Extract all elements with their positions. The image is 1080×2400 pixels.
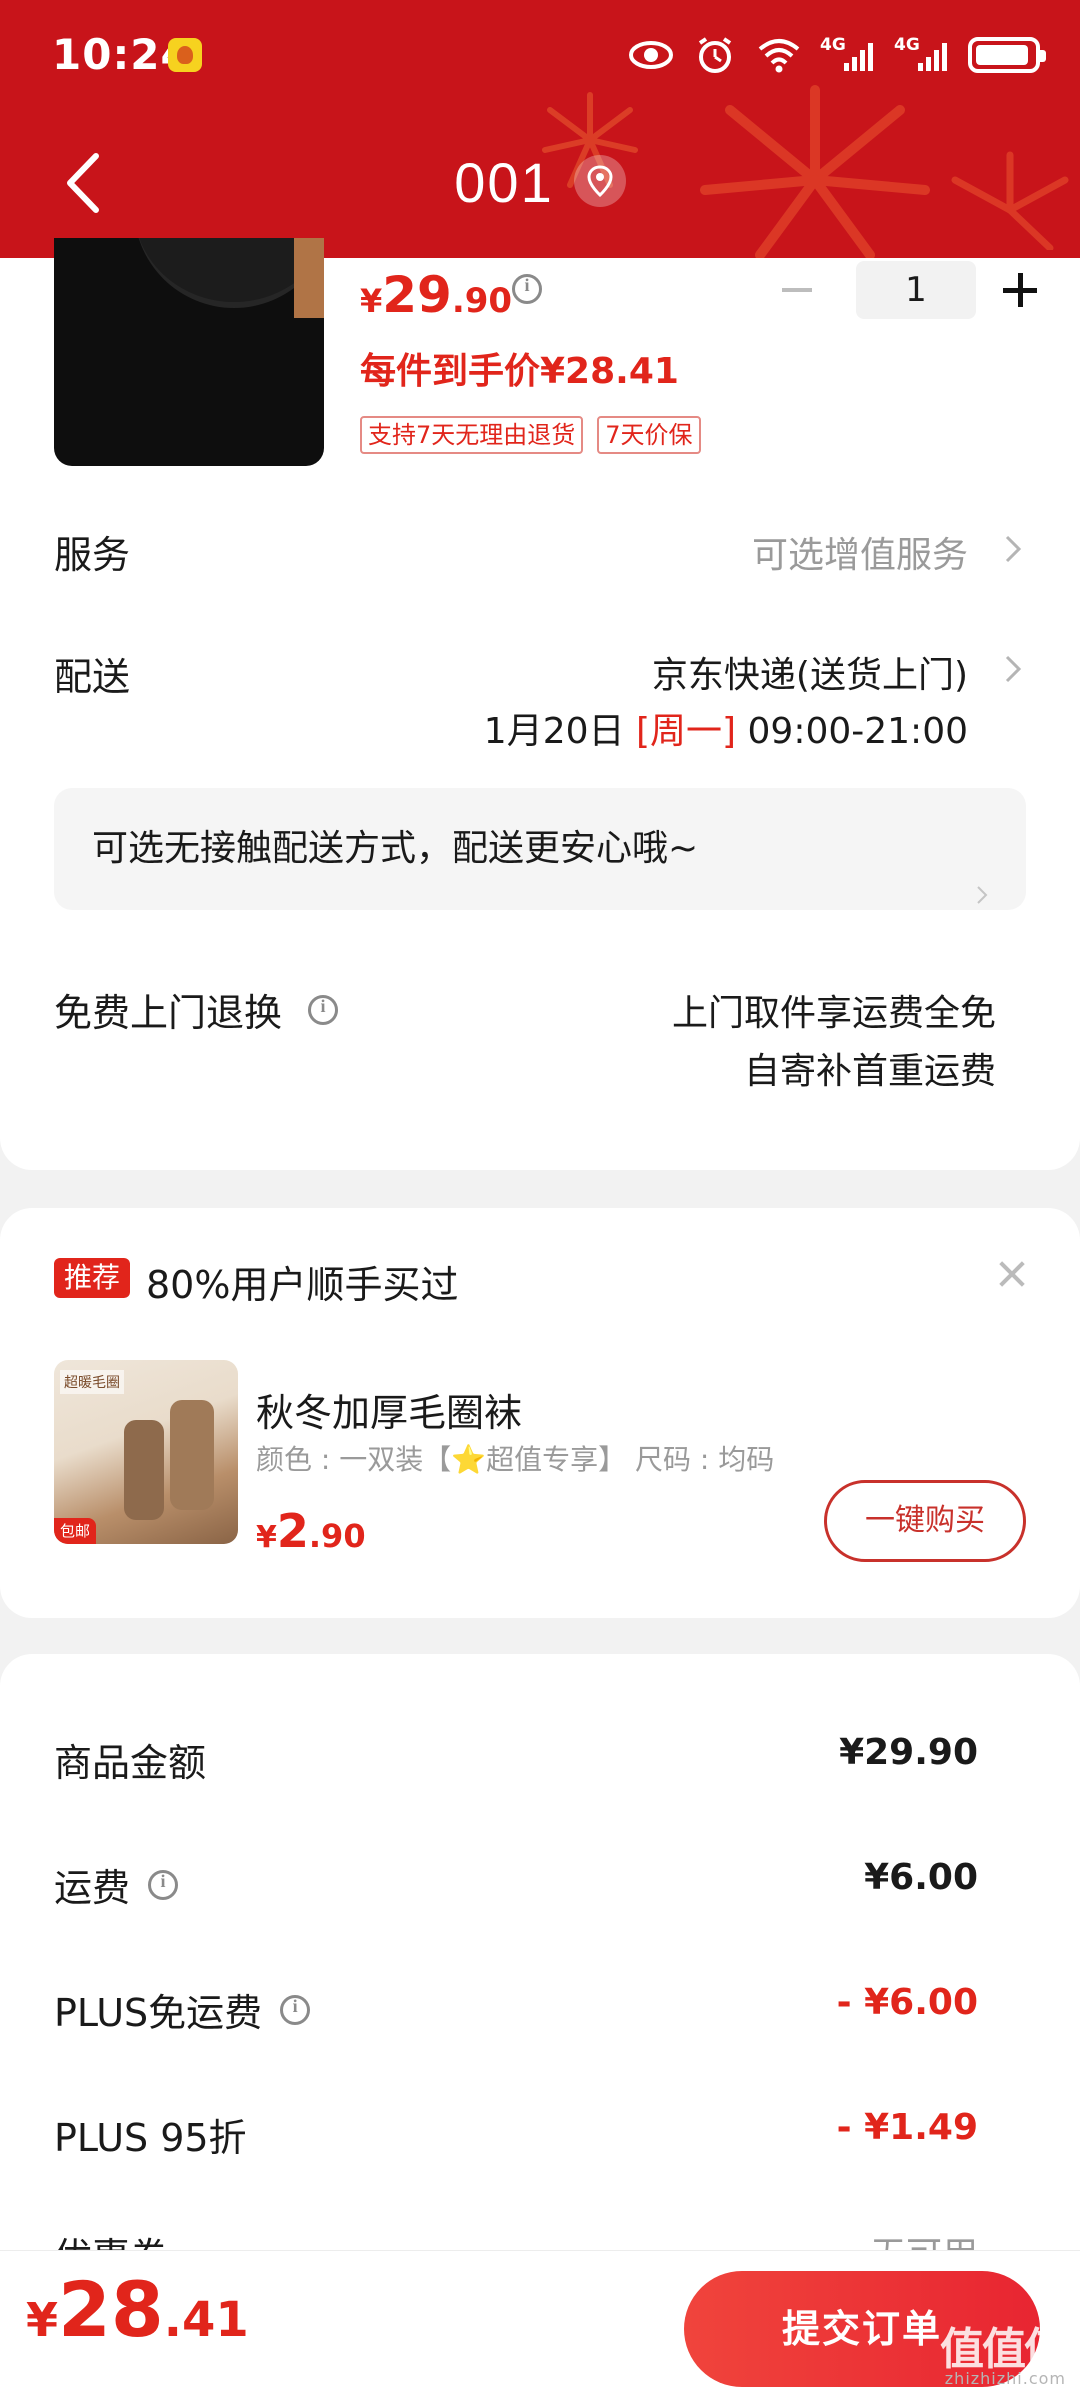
- tag-return: 支持7天无理由退货: [360, 416, 584, 454]
- summary-label-text: PLUS 95折: [54, 2116, 247, 2160]
- recommend-card: 推荐 80%用户顺手买过 超暖毛圈 包邮 秋冬加厚毛圈袜 颜色 : 一双装【⭐超…: [0, 1208, 1080, 1618]
- signal-icon: 4G: [894, 35, 950, 75]
- summary-value: - ¥6.00: [836, 1982, 978, 2023]
- wifi-icon: [756, 35, 802, 75]
- return-line-2: 自寄补首重运费: [743, 1051, 996, 1092]
- delivery-date: 1月20日: [483, 711, 625, 752]
- product-image-sleeve: [294, 238, 324, 318]
- summary-label: 运费: [54, 1857, 179, 1912]
- free-return-text: 免费上门退换: [54, 991, 283, 1035]
- delivery-time-window: 09:00-21:00: [747, 711, 968, 752]
- free-shipping-badge: 包邮: [54, 1518, 97, 1544]
- chevron-right-icon: [976, 834, 988, 904]
- image-label: 超暖毛圈: [60, 1370, 124, 1394]
- tag-price-protect: 7天价保: [597, 416, 701, 454]
- total-decimal: .41: [163, 2292, 249, 2348]
- product-image[interactable]: [54, 238, 324, 466]
- sock-image-leg: [124, 1420, 164, 1520]
- delivery-label: 配送: [54, 655, 131, 699]
- total-price: ¥28.41: [26, 2265, 249, 2354]
- signal-icon: 4G: [820, 35, 876, 75]
- summary-label-text: 运费: [54, 1866, 131, 1910]
- summary-value: - ¥1.49: [836, 2107, 978, 2148]
- summary-value: ¥29.90: [839, 1732, 978, 1773]
- price-decimal: .90: [308, 1517, 366, 1555]
- alarm-icon: [692, 35, 738, 75]
- recommend-price: ¥2.90: [256, 1504, 366, 1558]
- quantity-stepper: 1: [776, 258, 1040, 322]
- network-type-label: 4G: [820, 35, 846, 55]
- summary-value: ¥6.00: [864, 1857, 978, 1898]
- chevron-right-icon[interactable]: [1004, 534, 1022, 564]
- price-integer: 2: [276, 1504, 309, 1558]
- total-integer: 28: [58, 2265, 164, 2354]
- delivery-method[interactable]: 京东快递(送货上门): [652, 646, 968, 698]
- increase-quantity-button[interactable]: [1000, 270, 1040, 310]
- summary-row-shipping: 运费 ¥6.00: [54, 1857, 978, 1917]
- free-return-label: 免费上门退换: [54, 982, 339, 1037]
- price-decimal: .90: [451, 281, 513, 321]
- location-pin-icon[interactable]: [573, 155, 626, 208]
- decrease-quantity-button[interactable]: [776, 270, 816, 310]
- chevron-right-icon[interactable]: [1004, 654, 1022, 684]
- contactless-delivery-option[interactable]: 可选无接触配送方式，配送更安心哦~: [54, 788, 1026, 910]
- network-type-label: 4G: [894, 35, 920, 55]
- summary-label-text: 商品金额: [54, 1741, 207, 1785]
- price-integer: 29: [382, 266, 452, 324]
- summary-label: PLUS免运费: [54, 1982, 311, 2037]
- shipping-info-icon[interactable]: [148, 1869, 179, 1900]
- price-info-icon[interactable]: [512, 274, 542, 304]
- delivery-weekday: [周一]: [635, 711, 737, 752]
- summary-row-plus-discount: PLUS 95折 - ¥1.49: [54, 2107, 978, 2167]
- summary-label: PLUS 95折: [54, 2107, 247, 2162]
- price-currency: ¥: [360, 282, 383, 320]
- page-title: 001: [454, 151, 554, 214]
- one-click-buy-button[interactable]: 一键购买: [824, 1480, 1026, 1562]
- bottom-bar: ¥28.41 提交订单 值值值 zhizhizhi.com: [0, 2250, 1080, 2400]
- eye-icon: [628, 35, 674, 75]
- battery-icon: [968, 37, 1046, 73]
- watermark-url: zhizhizhi.com: [944, 2369, 1066, 2388]
- plus-shipping-info-icon[interactable]: [280, 1994, 311, 2025]
- summary-row-plus-free-shipping: PLUS免运费 - ¥6.00: [54, 1982, 978, 2042]
- per-item-price: 每件到手价¥28.41: [360, 351, 679, 392]
- nav-title-area[interactable]: 001: [0, 150, 1080, 215]
- delivery-time[interactable]: 1月20日 [周一] 09:00-21:00: [484, 702, 968, 754]
- service-label: 服务: [54, 533, 131, 577]
- recommend-title: 80%用户顺手买过: [146, 1263, 459, 1307]
- product-price: ¥29.90: [360, 266, 512, 324]
- sock-image-leg: [170, 1400, 214, 1510]
- return-info-icon[interactable]: [308, 994, 339, 1025]
- status-icons: 4G 4G: [628, 30, 1046, 80]
- recommend-product-image[interactable]: 超暖毛圈 包邮: [54, 1360, 238, 1544]
- quantity-input[interactable]: 1: [856, 261, 976, 319]
- watermark: 值值值: [940, 2324, 1068, 2375]
- order-detail-card: ¥29.90 每件到手价¥28.41 支持7天无理由退货 7天价保 1 服务 可…: [0, 238, 1080, 1170]
- header: 10:24 4G 4G 001: [0, 0, 1080, 258]
- service-value[interactable]: 可选增值服务: [752, 526, 968, 578]
- close-icon[interactable]: [998, 1260, 1026, 1288]
- app-notification-icon: [168, 38, 202, 72]
- contactless-text: 可选无接触配送方式，配送更安心哦~: [92, 828, 699, 869]
- total-currency: ¥: [26, 2293, 59, 2347]
- summary-row-goods: 商品金额 ¥29.90: [54, 1732, 978, 1792]
- return-line-1: 上门取件享运费全免: [671, 993, 996, 1034]
- status-bar: 10:24 4G 4G: [0, 0, 1080, 115]
- recommend-item-spec: 颜色 : 一双装【⭐超值专享】 尺码 : 均码: [256, 1443, 775, 1476]
- summary-label-text: PLUS免运费: [54, 1991, 263, 2035]
- recommend-badge: 推荐: [54, 1258, 131, 1298]
- recommend-item-name[interactable]: 秋冬加厚毛圈袜: [256, 1382, 522, 1437]
- product-tags: 支持7天无理由退货 7天价保: [360, 416, 701, 454]
- price-currency: ¥: [256, 1520, 277, 1555]
- summary-label: 商品金额: [54, 1732, 206, 1787]
